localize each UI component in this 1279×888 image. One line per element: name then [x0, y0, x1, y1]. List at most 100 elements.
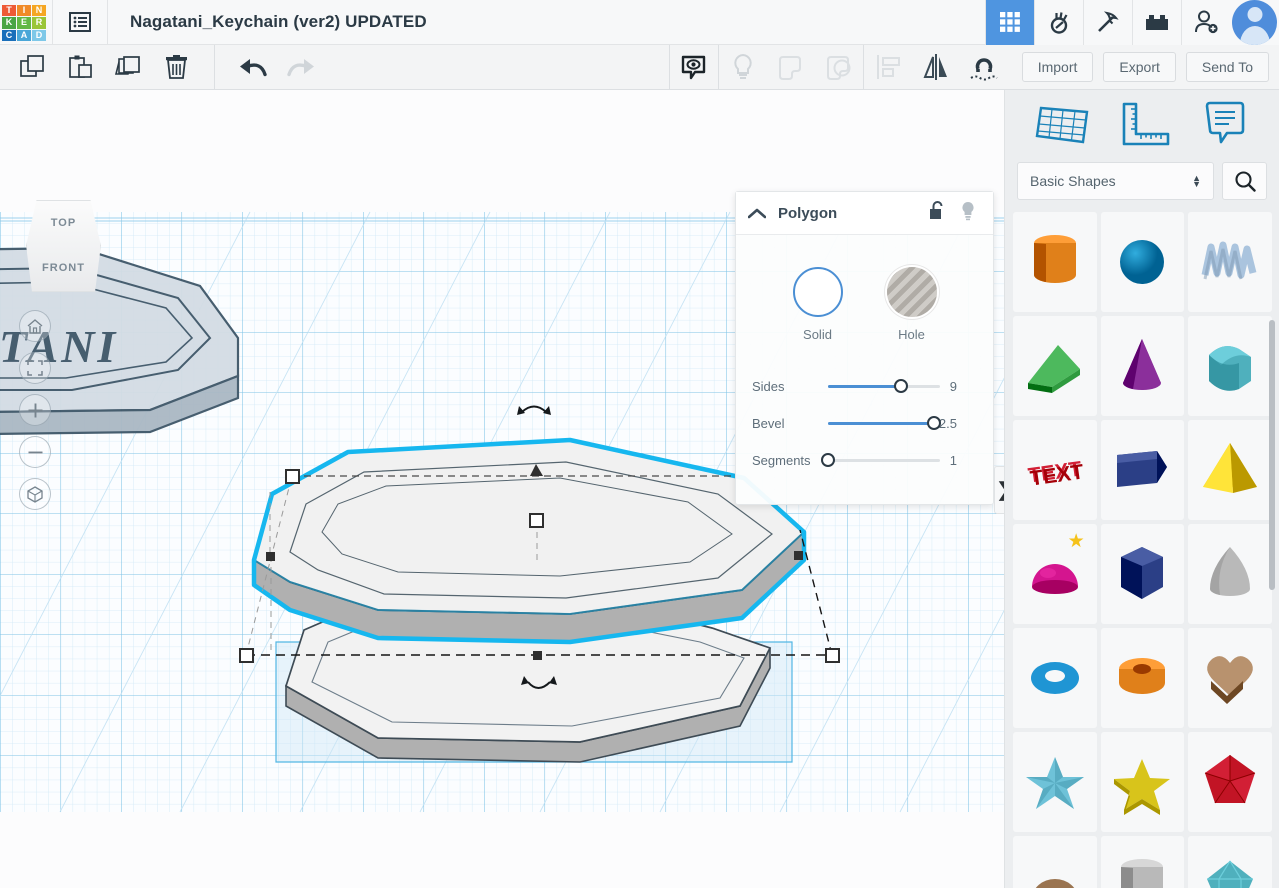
lego-button[interactable] — [1132, 0, 1181, 45]
height-handle — [529, 513, 544, 528]
logo-tile-i: I — [17, 5, 31, 17]
sides-row: Sides 9 — [752, 368, 979, 405]
shape-scribble[interactable] — [1188, 212, 1272, 312]
user-avatar-button[interactable] — [1230, 0, 1279, 45]
view-cube-front-face[interactable]: FRONT — [26, 245, 101, 292]
page-title: Nagatani_Keychain (ver2) UPDATED — [130, 12, 427, 31]
apps-grid-button[interactable] — [985, 0, 1034, 45]
mirror-button[interactable] — [912, 45, 960, 89]
shape-search-button[interactable] — [1222, 162, 1267, 200]
bevel-value[interactable]: 2.5 — [939, 416, 979, 431]
zoom-in-button[interactable] — [19, 394, 51, 426]
shape-pyramid[interactable] — [1188, 420, 1272, 520]
shape-wedge[interactable] — [1013, 316, 1097, 416]
import-button[interactable]: Import — [1021, 52, 1094, 82]
shape-polyhedron[interactable] — [1188, 732, 1272, 832]
featured-star-icon: ★ — [1067, 531, 1085, 552]
ungroup-button[interactable] — [815, 45, 863, 89]
shape-half-sphere[interactable]: ★ — [1013, 524, 1097, 624]
logo-tile-n: N — [32, 5, 46, 17]
shape-text[interactable]: TEXT TEXT — [1013, 420, 1097, 520]
segments-slider[interactable] — [821, 453, 940, 467]
panel-collapse-button[interactable] — [736, 208, 778, 219]
send-to-button[interactable]: Send To — [1185, 52, 1269, 82]
segments-label: Segments — [752, 453, 811, 468]
shape-cone[interactable] — [1100, 316, 1185, 416]
hamburger-menu-icon — [69, 12, 91, 32]
view-button[interactable] — [670, 45, 718, 89]
codeblocks-button[interactable] — [1034, 0, 1083, 45]
shape-sphere[interactable] — [1100, 212, 1185, 312]
shape-star-3d[interactable] — [1013, 732, 1097, 832]
group-button[interactable] — [767, 45, 815, 89]
bevel-row: Bevel 2.5 — [752, 405, 979, 442]
lock-toggle-button[interactable] — [929, 201, 946, 225]
shape-roof[interactable] — [1188, 316, 1272, 416]
logo-tile-e: E — [17, 17, 31, 29]
bevel-slider[interactable] — [827, 416, 942, 430]
shape-tube[interactable] — [1100, 628, 1185, 728]
shape-category-value: Basic Shapes — [1030, 173, 1116, 189]
highlight-button[interactable] — [719, 45, 767, 89]
view-cube[interactable]: TOP FRONT — [26, 200, 101, 292]
shape-cylinder-gray[interactable] — [1100, 836, 1185, 888]
logo-tile-r: R — [32, 17, 46, 29]
tinkercad-logo[interactable]: TIN KER CAD — [2, 5, 46, 41]
zoom-in-icon — [28, 403, 42, 417]
resize-handle — [825, 648, 840, 663]
codeblocks-icon — [1050, 12, 1068, 34]
duplicate-button[interactable] — [104, 45, 152, 89]
shape-star[interactable] — [1100, 732, 1185, 832]
project-menu-button[interactable] — [52, 0, 108, 45]
export-button[interactable]: Export — [1103, 52, 1176, 82]
sides-value[interactable]: 9 — [950, 379, 979, 394]
hole-label: Hole — [898, 327, 925, 342]
workplane-canvas[interactable]: NAGATANI — [0, 90, 1004, 888]
ruler-button[interactable] — [1120, 100, 1172, 153]
redo-button[interactable] — [277, 45, 325, 89]
home-view-button[interactable] — [19, 310, 51, 342]
paste-button[interactable] — [56, 45, 104, 89]
workplane-button[interactable] — [1035, 100, 1091, 153]
view-cube-top-face[interactable]: TOP — [26, 200, 101, 246]
undo-button[interactable] — [229, 45, 277, 89]
hole-mode-option[interactable]: Hole — [886, 267, 937, 342]
view-eye-icon — [682, 55, 706, 79]
delete-button[interactable] — [152, 45, 200, 89]
minecraft-button[interactable] — [1083, 0, 1132, 45]
sides-slider-knob[interactable] — [893, 379, 908, 393]
shape-gem[interactable] — [1188, 836, 1272, 888]
shape-torus[interactable] — [1013, 628, 1097, 728]
zoom-out-button[interactable] — [19, 436, 51, 468]
shape-paraboloid[interactable] — [1188, 524, 1272, 624]
unlock-icon — [930, 201, 943, 219]
shape-hex-prism[interactable] — [1100, 524, 1185, 624]
shape-round-roof[interactable] — [1013, 836, 1097, 888]
invite-user-button[interactable] — [1181, 0, 1230, 45]
segments-value[interactable]: 1 — [950, 453, 979, 468]
copy-button[interactable] — [8, 45, 56, 89]
shape-cylinder[interactable] — [1013, 212, 1097, 312]
perspective-toggle-button[interactable] — [19, 478, 51, 510]
solid-mode-option[interactable]: Solid — [792, 267, 843, 342]
shapes-scrollbar[interactable] — [1269, 320, 1275, 590]
shape-properties-panel: Polygon Solid Hole Sides 9 Bevel 2.5 Seg… — [735, 191, 994, 505]
edit-toolbar: Import Export Send To — [0, 45, 1279, 90]
zoom-out-icon — [28, 451, 42, 453]
fit-to-view-button[interactable] — [19, 352, 51, 384]
solid-label: Solid — [803, 327, 832, 342]
align-button[interactable] — [864, 45, 912, 89]
shape-box-arrow[interactable] — [1100, 420, 1185, 520]
snap-button[interactable] — [960, 45, 1008, 89]
notes-button[interactable] — [1201, 100, 1249, 153]
bevel-slider-knob[interactable] — [927, 416, 942, 430]
shape-heart[interactable] — [1188, 628, 1272, 728]
avatar — [1232, 0, 1277, 45]
segments-slider-knob[interactable] — [821, 453, 835, 467]
visibility-toggle-button[interactable] — [960, 201, 976, 226]
shape-library-grid[interactable]: TEXT TEXT ★ — [1005, 212, 1279, 888]
delete-trash-icon — [165, 54, 187, 79]
ruler-icon — [1122, 102, 1170, 145]
sides-slider[interactable] — [828, 379, 940, 393]
shape-category-select[interactable]: Basic Shapes ▲ ▼ — [1017, 162, 1214, 200]
